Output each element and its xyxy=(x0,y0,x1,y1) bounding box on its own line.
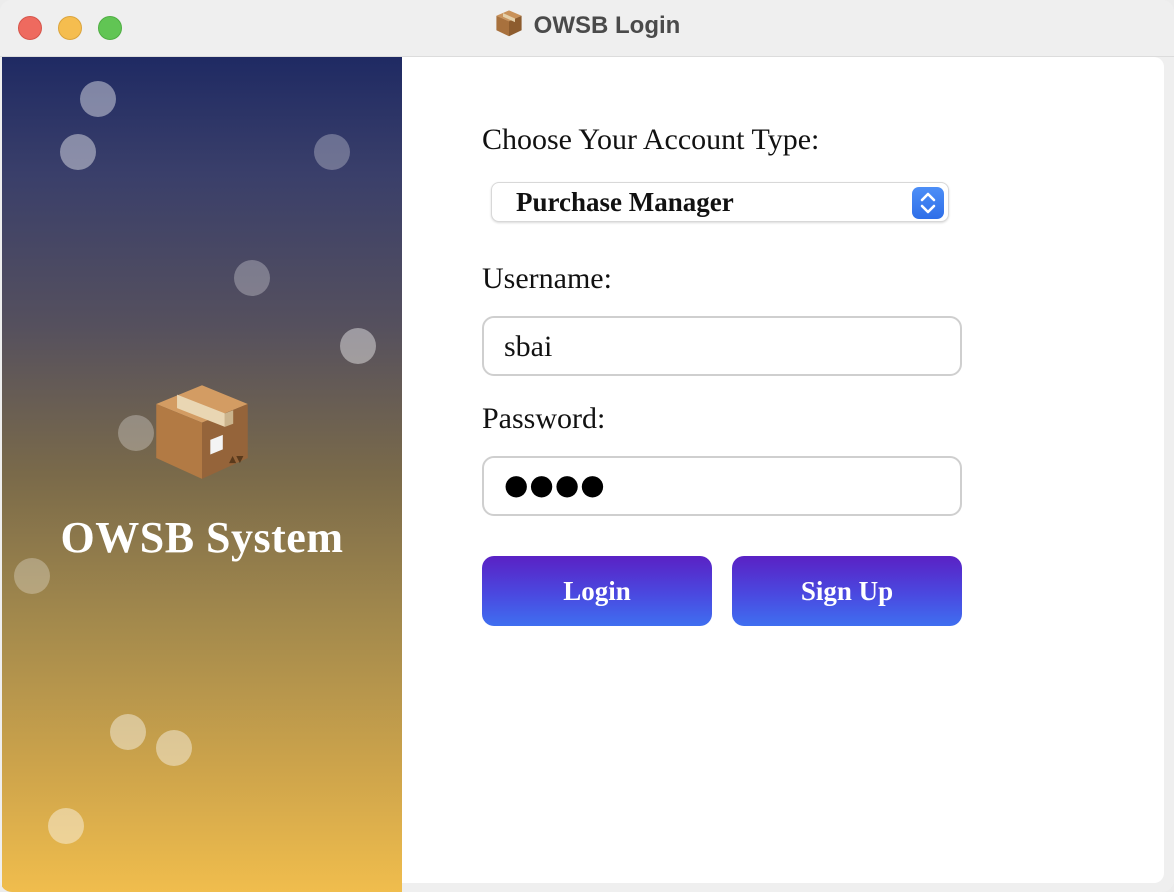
window-title: OWSB Login xyxy=(533,12,681,39)
decor-bubble xyxy=(14,558,50,594)
decor-bubble xyxy=(118,415,154,451)
decor-bubble xyxy=(48,808,84,844)
signup-button[interactable]: Sign Up xyxy=(732,556,962,626)
login-form-panel: Choose Your Account Type: Purchase Manag… xyxy=(402,57,1164,883)
decor-bubble xyxy=(80,81,116,117)
package-box-icon: ▲▼ xyxy=(150,379,254,483)
decor-bubble xyxy=(234,260,270,296)
decor-bubble xyxy=(340,328,376,364)
decor-bubble xyxy=(314,134,350,170)
password-mask: ●●●● xyxy=(504,468,606,501)
svg-text:▲▼: ▲▼ xyxy=(229,454,244,465)
username-value: sbai xyxy=(504,330,553,363)
account-type-selected-value: Purchase Manager xyxy=(516,187,734,217)
window-title-container: OWSB Login xyxy=(0,0,1174,52)
username-label: Username: xyxy=(482,262,612,295)
password-field[interactable]: ●●●● xyxy=(482,456,962,516)
branding-panel: ▲▼ OWSB System xyxy=(2,57,402,892)
system-title: OWSB System xyxy=(60,513,344,562)
decor-bubble xyxy=(110,714,146,750)
package-box-icon xyxy=(494,8,524,45)
decor-bubble xyxy=(60,134,96,170)
login-window: OWSB Login ▲▼ OWSB System Choose Your Ac… xyxy=(0,0,1174,892)
select-chevron-updown-icon[interactable] xyxy=(912,187,944,219)
decor-bubble xyxy=(156,730,192,766)
password-label: Password: xyxy=(482,402,606,435)
login-button[interactable]: Login xyxy=(482,556,712,626)
username-field[interactable]: sbai xyxy=(482,316,962,376)
title-bar: OWSB Login xyxy=(0,0,1174,57)
account-type-select[interactable]: Purchase Manager xyxy=(491,182,949,222)
account-type-label: Choose Your Account Type: xyxy=(482,123,820,156)
